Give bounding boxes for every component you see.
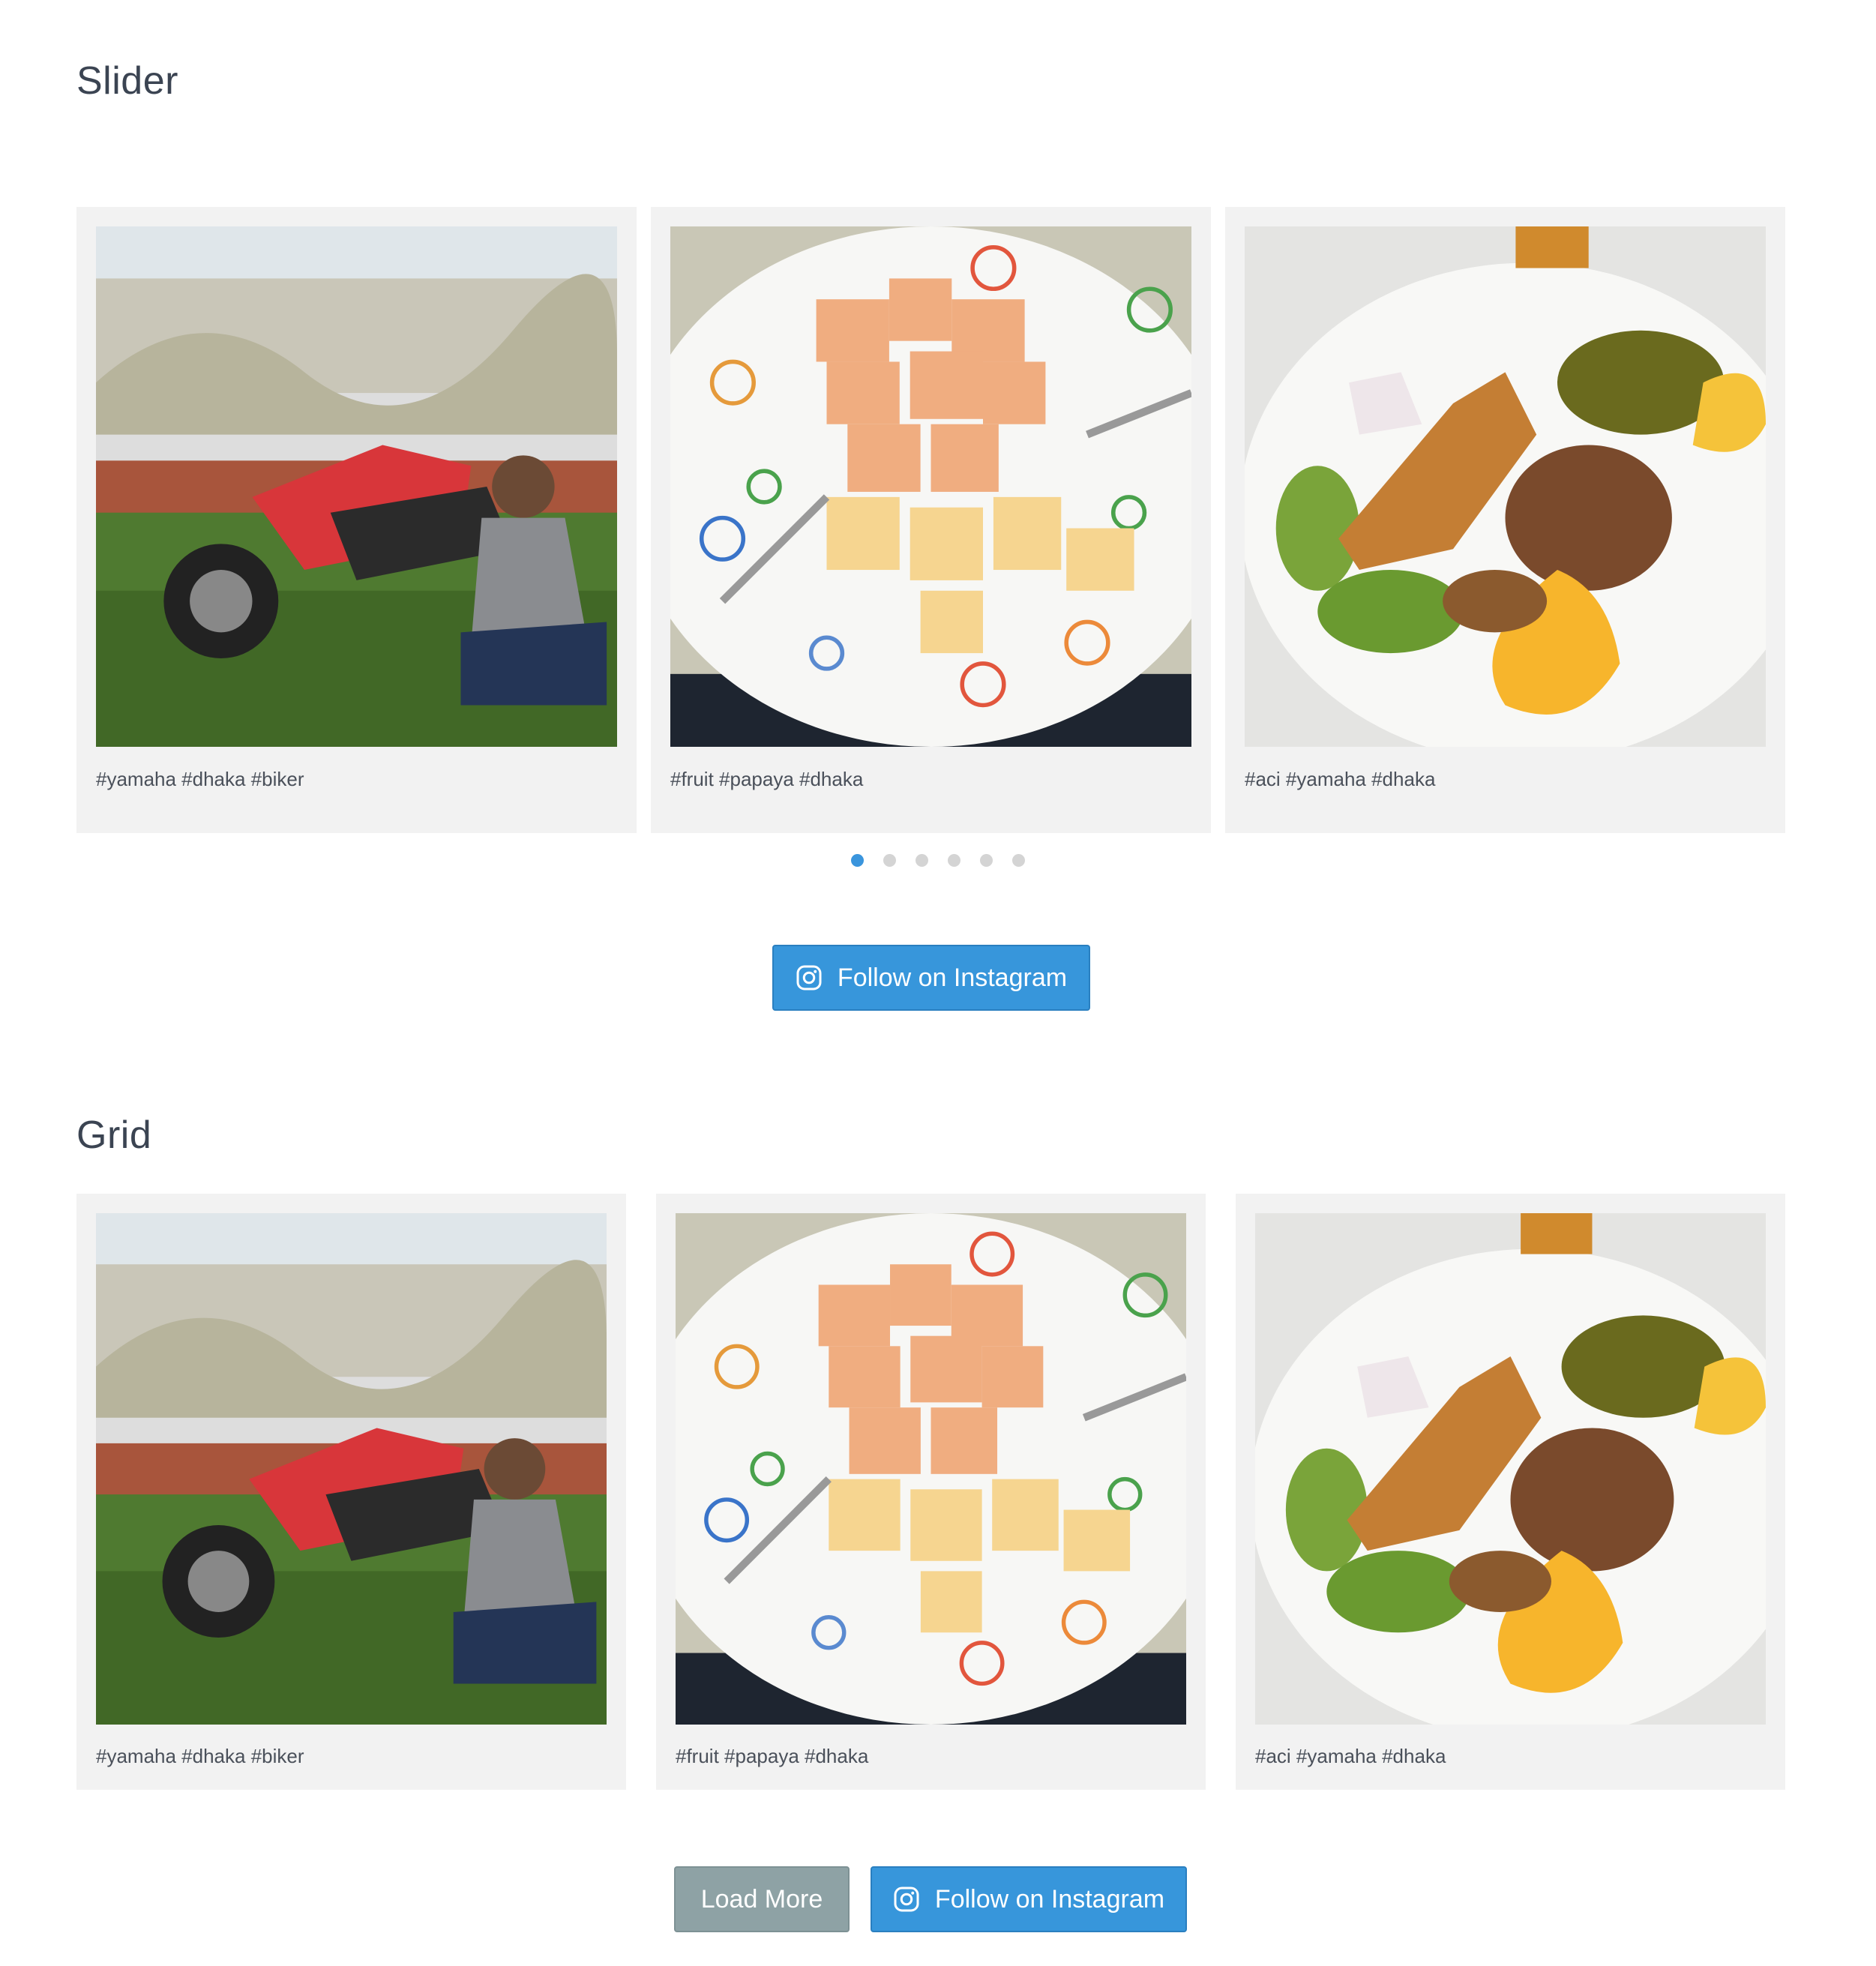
slider-dot-5[interactable] xyxy=(980,854,993,867)
grid-post-card-1[interactable]: #yamaha #dhaka #biker xyxy=(76,1194,626,1790)
food-plate-photo[interactable] xyxy=(1255,1213,1766,1725)
slider-dot-3[interactable] xyxy=(916,854,928,867)
slider-dot-1[interactable] xyxy=(851,854,864,867)
post-caption: #aci #yamaha #dhaka xyxy=(1255,1745,1446,1767)
slider-post-card-3[interactable]: #aci #yamaha #dhaka xyxy=(1225,207,1785,833)
papaya-plate-photo[interactable] xyxy=(670,226,1191,747)
slider-post-card-1[interactable]: #yamaha #dhaka #biker xyxy=(76,207,637,833)
food-plate-photo[interactable] xyxy=(1245,226,1766,747)
post-caption: #fruit #papaya #dhaka xyxy=(676,1745,869,1767)
slider-post-card-2[interactable]: #fruit #papaya #dhaka xyxy=(651,207,1211,833)
papaya-plate-photo[interactable] xyxy=(676,1213,1186,1725)
motorbike-man-photo[interactable] xyxy=(96,1213,607,1725)
post-caption: #yamaha #dhaka #biker xyxy=(96,768,304,790)
grid-section-title: Grid xyxy=(76,1113,152,1157)
slider-dot-6[interactable] xyxy=(1012,854,1025,867)
post-caption: #fruit #papaya #dhaka xyxy=(670,768,864,790)
slider-dot-4[interactable] xyxy=(948,854,960,867)
slider-follow-instagram-button[interactable]: Follow on Instagram xyxy=(772,945,1090,1011)
follow-label: Follow on Instagram xyxy=(934,1884,1165,1914)
instagram-icon xyxy=(893,1886,920,1913)
instagram-icon xyxy=(796,964,823,991)
post-caption: #yamaha #dhaka #biker xyxy=(96,1745,304,1767)
follow-label: Follow on Instagram xyxy=(837,963,1068,992)
grid-follow-instagram-button[interactable]: Follow on Instagram xyxy=(871,1866,1187,1932)
grid-post-card-3[interactable]: #aci #yamaha #dhaka xyxy=(1236,1194,1785,1790)
slider-pagination xyxy=(0,854,1876,872)
motorbike-man-photo[interactable] xyxy=(96,226,617,747)
load-more-label: Load More xyxy=(700,1884,823,1914)
post-caption: #aci #yamaha #dhaka xyxy=(1245,768,1436,790)
grid-post-card-2[interactable]: #fruit #papaya #dhaka xyxy=(656,1194,1206,1790)
load-more-button[interactable]: Load More xyxy=(674,1866,850,1932)
slider-dot-2[interactable] xyxy=(883,854,896,867)
slider-section-title: Slider xyxy=(76,59,178,103)
